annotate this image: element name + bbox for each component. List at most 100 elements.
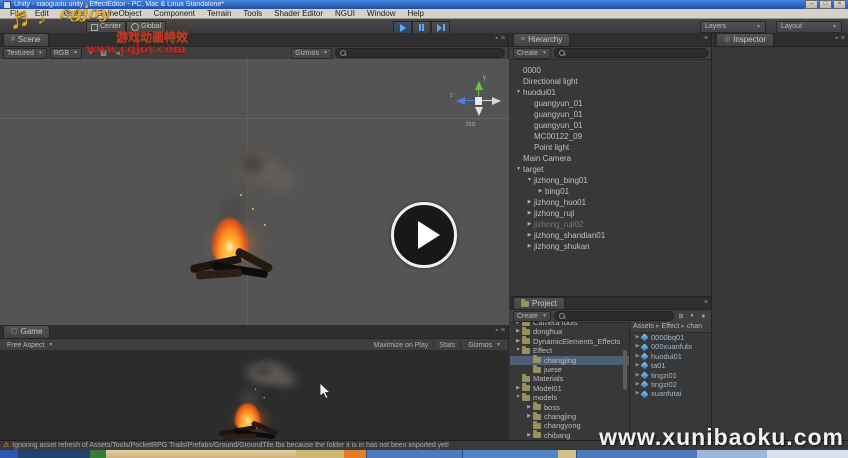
start-button[interactable] xyxy=(0,450,18,458)
expand-arrow-icon[interactable]: ▶ xyxy=(525,241,534,252)
expand-arrow-icon[interactable]: ▼ xyxy=(514,393,522,402)
menu-item-tools[interactable]: Tools xyxy=(237,9,268,18)
pivot-center-button[interactable]: Center xyxy=(86,21,126,33)
expand-arrow-icon[interactable]: ▼ xyxy=(514,164,523,175)
taskbar-item[interactable] xyxy=(344,450,366,458)
close-button[interactable]: × xyxy=(833,0,846,9)
hierarchy-search-input[interactable] xyxy=(554,48,708,58)
tab-game[interactable]: ▢ Game xyxy=(3,325,50,338)
audio-toggle-icon[interactable]: ◄) xyxy=(112,50,125,57)
lighting-toggle-icon[interactable]: ☀ xyxy=(85,49,95,57)
hierarchy-item[interactable]: ▶jizhong_huo01 xyxy=(510,197,711,208)
menu-item-gameobject[interactable]: GameObject xyxy=(91,9,148,18)
folder-item[interactable]: changjing xyxy=(510,356,629,365)
taskbar-item[interactable] xyxy=(462,450,558,458)
space-global-button[interactable]: Global xyxy=(126,21,166,33)
hierarchy-item[interactable]: ▶jizhong_shukan xyxy=(510,241,711,252)
breadcrumb-item[interactable]: chan xyxy=(687,322,702,332)
expand-arrow-icon[interactable]: ▼ xyxy=(514,346,522,355)
scene-viewport[interactable]: y z Iso xyxy=(0,59,509,325)
expand-arrow-icon[interactable]: ▶ xyxy=(525,431,533,440)
panel-options-icon[interactable]: ▪ xyxy=(495,35,497,42)
lock-icon[interactable]: ▪ xyxy=(835,35,837,42)
aspect-dropdown[interactable]: Free Aspect▼ xyxy=(3,340,57,351)
breadcrumb-item[interactable]: Assets xyxy=(633,322,654,332)
asset-item[interactable]: ▶tingzi01 xyxy=(630,371,711,380)
menu-item-shader-editor[interactable]: Shader Editor xyxy=(268,9,329,18)
folder-item[interactable]: ▼models xyxy=(510,393,629,402)
menu-item-help[interactable]: Help xyxy=(401,9,429,18)
tab-scene[interactable]: # Scene xyxy=(3,33,49,46)
video-play-button[interactable] xyxy=(391,202,457,268)
maximize-on-play-toggle[interactable]: Maximize on Play xyxy=(372,342,431,349)
hierarchy-item[interactable]: ▼target xyxy=(510,164,711,175)
hierarchy-item[interactable]: Point light xyxy=(510,142,711,153)
tab-inspector[interactable]: ◎ Inspector xyxy=(716,33,774,46)
asset-item[interactable]: ▶0000bq01 xyxy=(630,333,711,342)
search-by-type-icon[interactable]: ⊞ xyxy=(677,313,686,320)
scene-orientation-gizmo[interactable]: y z Iso xyxy=(452,77,504,137)
menu-item-file[interactable]: File xyxy=(4,9,29,18)
tab-hierarchy[interactable]: ≡ Hierarchy xyxy=(513,33,570,46)
skybox-toggle-icon[interactable]: ▦ xyxy=(98,49,109,57)
expand-arrow-icon[interactable]: ▼ xyxy=(525,175,534,186)
folder-item[interactable]: ▶DynamicElements_Effects xyxy=(510,337,629,346)
menu-item-edit[interactable]: Edit xyxy=(29,9,55,18)
draw-mode-dropdown[interactable]: Textured▼ xyxy=(3,48,47,59)
game-gizmos-dropdown[interactable]: Gizmos▼ xyxy=(464,340,505,351)
expand-arrow-icon[interactable]: ▶ xyxy=(525,230,534,241)
hierarchy-item[interactable]: guangyun_01 xyxy=(510,98,711,109)
taskbar-item[interactable] xyxy=(576,450,697,458)
layers-dropdown[interactable]: Layers▼ xyxy=(700,21,766,33)
panel-menu-icon[interactable]: ≡ xyxy=(501,327,505,334)
folder-item[interactable]: ▶boss xyxy=(510,403,629,412)
breadcrumb-item[interactable]: Effect xyxy=(662,322,680,332)
expand-arrow-icon[interactable]: ▶ xyxy=(514,384,522,393)
project-vertical-scrollbar[interactable] xyxy=(623,350,627,390)
status-bar[interactable]: ⚠ Ignoring asset refresh of Assets/Tools… xyxy=(0,440,848,450)
project-search-input[interactable] xyxy=(554,311,674,321)
expand-arrow-icon[interactable]: ▼ xyxy=(514,87,523,98)
hierarchy-item[interactable]: guangyun_01 xyxy=(510,120,711,131)
panel-options-icon[interactable]: ▪ xyxy=(495,327,497,334)
expand-arrow-icon[interactable]: ▶ xyxy=(525,197,534,208)
expand-arrow-icon[interactable]: ▶ xyxy=(525,219,534,230)
project-create-button[interactable]: Create▼ xyxy=(513,311,551,322)
panel-menu-icon[interactable]: ≡ xyxy=(841,35,845,42)
hierarchy-item[interactable]: ▼huodui01 xyxy=(510,87,711,98)
menu-item-ngui[interactable]: NGUI xyxy=(329,9,361,18)
menu-item-assets[interactable]: Assets xyxy=(55,9,91,18)
taskbar-item[interactable] xyxy=(366,450,462,458)
hierarchy-item[interactable]: ▶jizhong_shandian01 xyxy=(510,230,711,241)
menu-item-window[interactable]: Window xyxy=(361,9,401,18)
hierarchy-item[interactable]: 0000 xyxy=(510,65,711,76)
asset-item[interactable]: ▶000xuanfubi xyxy=(630,342,711,351)
scene-search-input[interactable] xyxy=(335,48,505,58)
folder-item[interactable]: ▶chibang xyxy=(510,431,629,440)
axis-front-cone[interactable] xyxy=(475,107,483,116)
asset-item[interactable]: ▶xuanfutai xyxy=(630,389,711,398)
stats-toggle[interactable]: Stats xyxy=(437,342,457,349)
expand-arrow-icon[interactable]: ▶ xyxy=(525,208,534,219)
taskbar-item[interactable] xyxy=(296,450,344,458)
folder-item[interactable]: changyong xyxy=(510,421,629,430)
menu-item-terrain[interactable]: Terrain xyxy=(201,9,237,18)
hierarchy-item[interactable]: ▶jizhong_ruji xyxy=(510,208,711,219)
render-mode-dropdown[interactable]: RGB▼ xyxy=(50,48,82,59)
menu-item-component[interactable]: Component xyxy=(148,9,201,18)
expand-arrow-icon[interactable]: ▶ xyxy=(536,186,545,197)
tab-project[interactable]: Project xyxy=(513,297,565,309)
folder-item[interactable]: Materials xyxy=(510,374,629,383)
expand-arrow-icon[interactable]: ▶ xyxy=(525,403,533,412)
expand-arrow-icon[interactable]: ▶ xyxy=(514,327,522,336)
hierarchy-item[interactable]: ▶jizhong_ruji02 xyxy=(510,219,711,230)
favorites-icon[interactable]: ★ xyxy=(699,313,708,320)
maximize-button[interactable]: □ xyxy=(819,0,832,9)
asset-item[interactable]: ▶ta01 xyxy=(630,361,711,370)
panel-menu-icon[interactable]: ≡ xyxy=(704,299,708,306)
hierarchy-item[interactable]: MC00122_09 xyxy=(510,131,711,142)
hierarchy-item[interactable]: ▼jizhong_bing01 xyxy=(510,175,711,186)
windows-taskbar[interactable] xyxy=(0,450,848,458)
asset-item[interactable]: ▶huodui01 xyxy=(630,352,711,361)
taskbar-item[interactable] xyxy=(106,450,296,458)
